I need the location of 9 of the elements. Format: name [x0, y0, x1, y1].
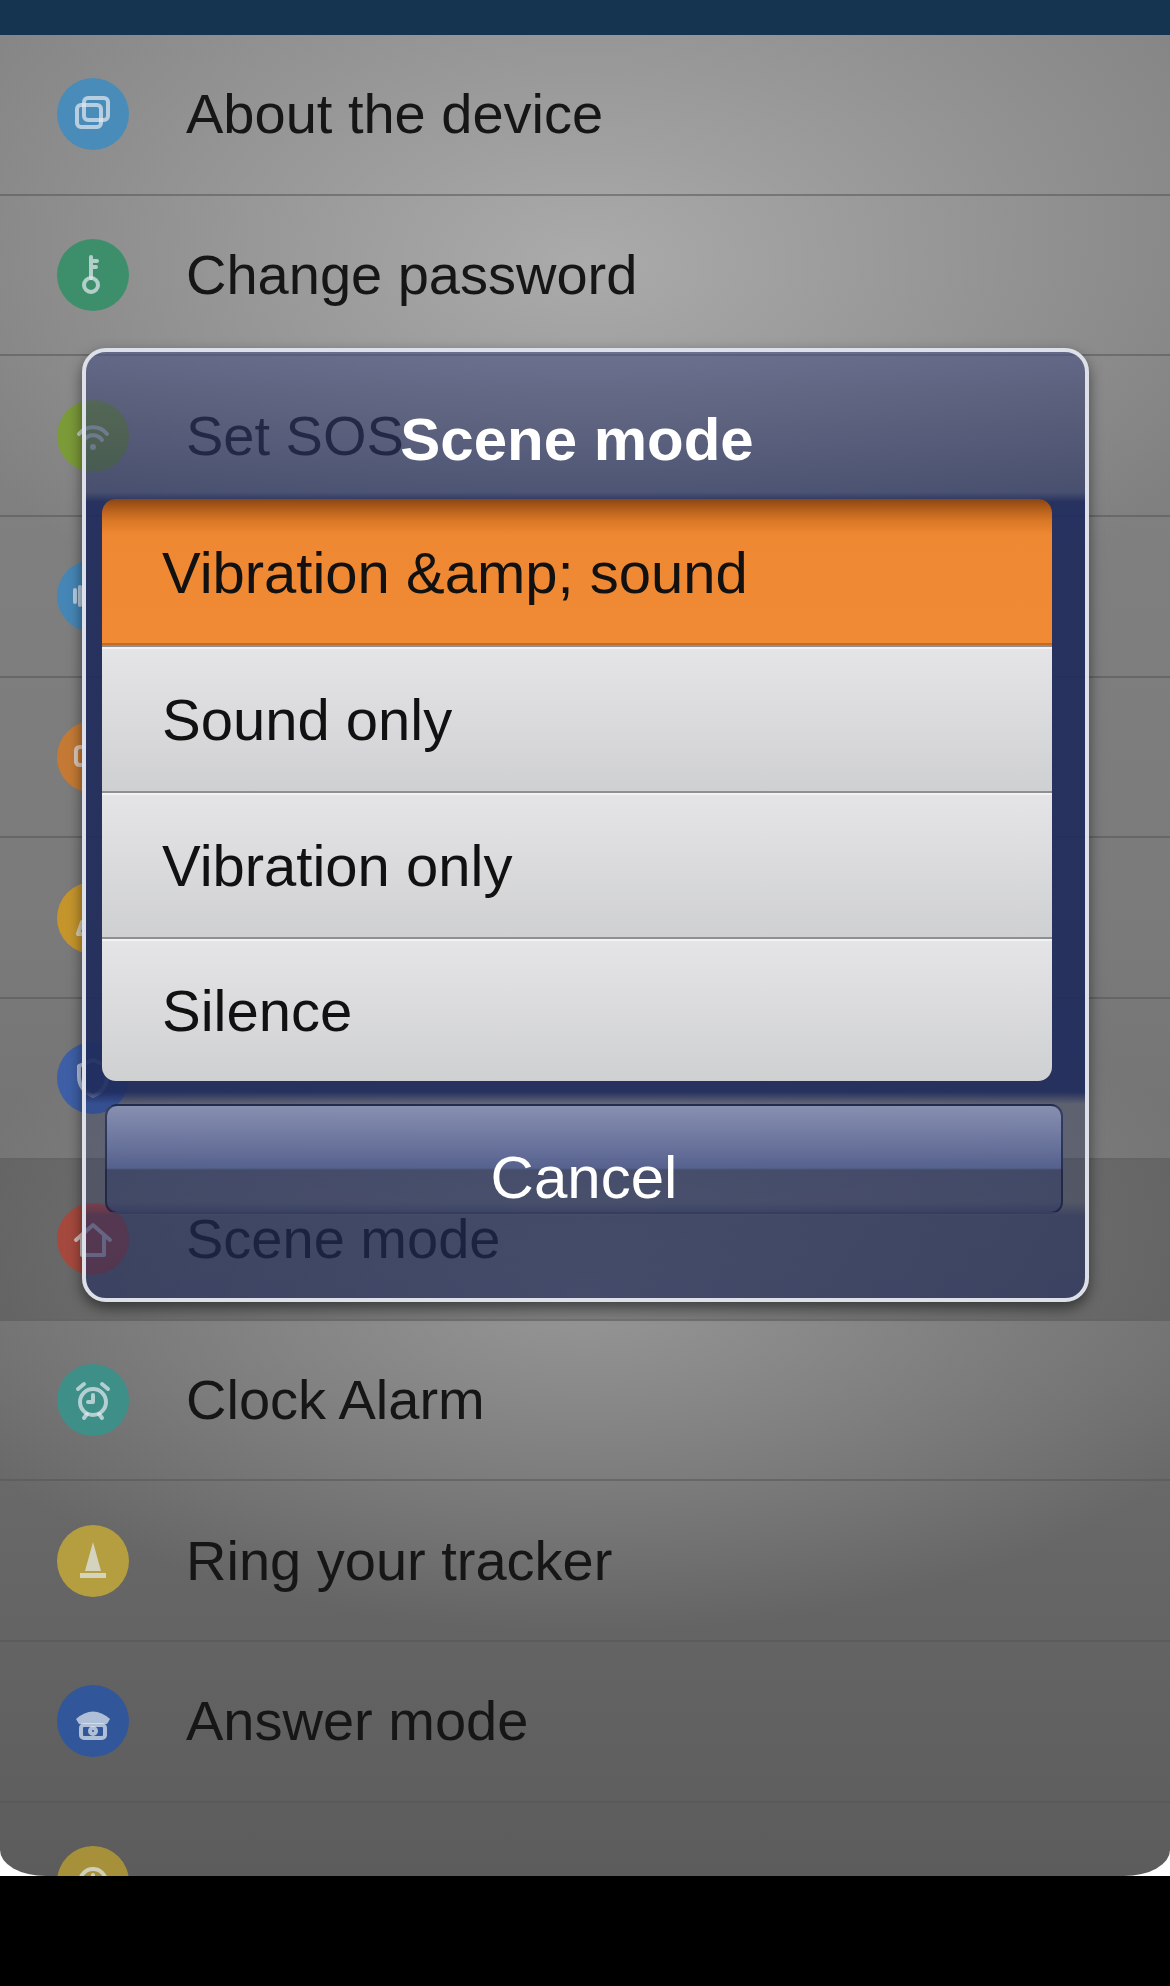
settings-item[interactable]: About the device: [57, 78, 604, 151]
cancel-button[interactable]: Cancel: [105, 1104, 1063, 1214]
option-item[interactable]: Silence: [102, 937, 1052, 1081]
option-item[interactable]: Vibration &amp; sound: [102, 499, 1052, 645]
dialog-title: Scene mode: [400, 407, 754, 473]
option-item[interactable]: Sound only: [102, 645, 1052, 791]
option-item[interactable]: Vibration only: [102, 791, 1052, 937]
settings-item[interactable]: Change password: [57, 239, 638, 312]
settings-item[interactable]: Clock Alarm: [57, 1363, 485, 1436]
